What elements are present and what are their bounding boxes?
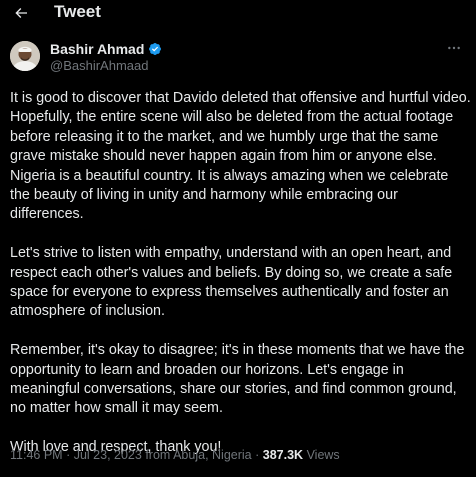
tweet-time[interactable]: 11:46 PM	[10, 448, 63, 462]
meta-separator: ·	[66, 448, 71, 462]
more-horizontal-icon	[448, 46, 460, 50]
top-bar: Tweet	[0, 0, 476, 26]
meta-separator: ·	[255, 448, 260, 462]
tweet-date[interactable]: Jul 23, 2023	[74, 448, 142, 462]
back-button[interactable]	[11, 3, 31, 23]
views-count[interactable]: 387.3K	[263, 448, 303, 462]
arrow-left-icon	[15, 8, 27, 18]
author-name[interactable]: Bashir Ahmad	[50, 40, 144, 58]
tweet-paragraph: It is good to discover that Davido delet…	[10, 90, 471, 223]
avatar-image	[10, 41, 40, 71]
tweet-text: It is good to discover that Davido delet…	[10, 89, 472, 458]
tweet-page: Tweet Bashir Ahmad @BashirAhmaad It is g…	[0, 0, 476, 477]
verified-badge-icon	[149, 43, 162, 55]
tweet-paragraph: Let's strive to listen with empathy, und…	[10, 245, 453, 320]
tweet-paragraph: Remember, it's okay to disagree; it's in…	[10, 342, 465, 417]
author-handle[interactable]: @BashirAhmaad	[50, 58, 148, 74]
views-label: Views	[306, 448, 340, 462]
avatar[interactable]	[10, 41, 40, 71]
more-options-button[interactable]	[444, 40, 464, 56]
author-name-group[interactable]: Bashir Ahmad	[50, 40, 162, 58]
tweet-meta: 11:46 PM · Jul 23, 2023 from Abuja, Nige…	[10, 447, 472, 463]
author-row: Bashir Ahmad @BashirAhmaad	[0, 38, 476, 78]
tweet-location: from Abuja, Nigeria	[145, 448, 252, 462]
page-title: Tweet	[54, 2, 101, 21]
